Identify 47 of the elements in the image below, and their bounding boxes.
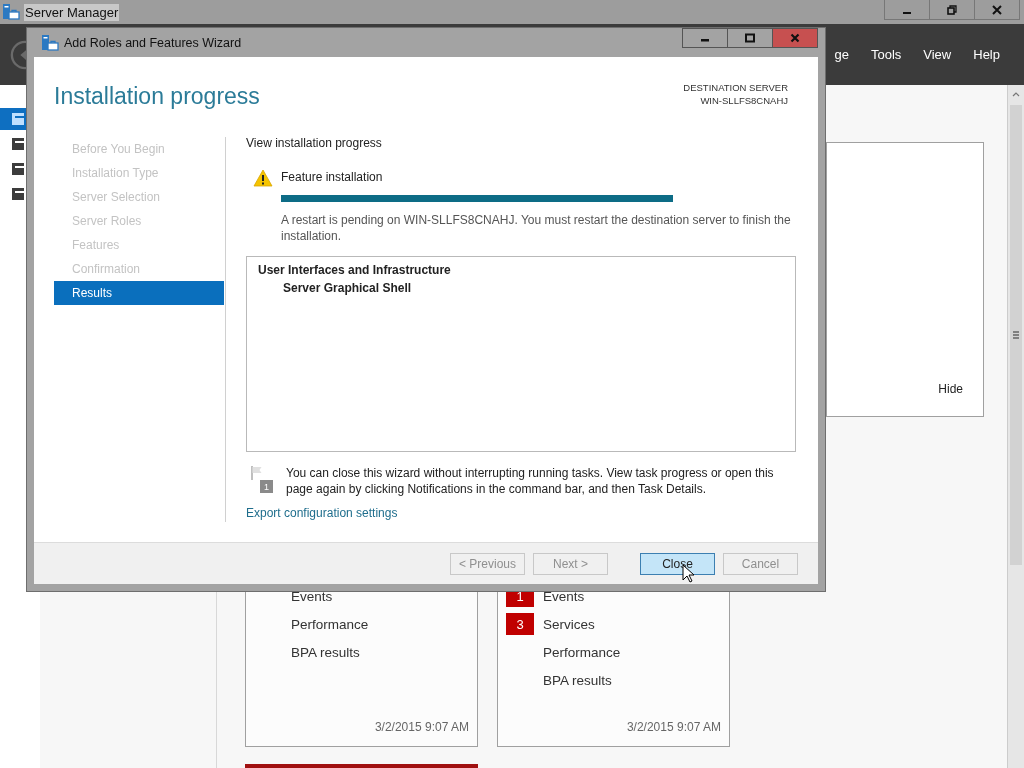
close-icon [789,32,801,44]
grip-icon [1012,330,1020,340]
menu-item[interactable]: Help [973,47,1000,62]
dialog-title: Add Roles and Features Wizard [64,35,242,50]
tile-item[interactable]: Performance [543,644,621,660]
menu-item[interactable]: Tools [870,47,902,62]
close-icon [991,3,1003,16]
tile-item[interactable]: Services [543,616,595,632]
minimize-icon [903,11,911,14]
warning-icon [253,169,273,187]
destination-label: DESTINATION SERVER [683,81,788,94]
tile-item[interactable]: Performance [291,616,369,632]
maximize-icon [744,32,756,44]
result-item: Server Graphical Shell [283,280,412,297]
server-manager-icon [2,3,20,21]
dialog-button[interactable]: Close [640,552,715,575]
menu-item[interactable]: ge [834,47,849,62]
tile-item[interactable]: BPA results [543,672,612,688]
wizard-step[interactable]: Results [54,281,224,305]
count-badge: 3 [506,613,534,635]
close-button[interactable] [772,28,818,48]
scrollbar[interactable] [1007,85,1024,768]
close-button[interactable] [974,0,1020,20]
restore-icon [946,3,958,16]
export-link[interactable]: Export configuration settings [246,506,398,520]
note-text: You can close this wizard without interrupting running tasks. View task progress or open this page again by clicking Notifications in the command bar, and then Task Details. [286,465,775,497]
tile-item[interactable]: Events [543,588,585,604]
timestamp: 3/2/2015 9:07 AM [374,720,469,734]
server-icon [10,186,26,202]
server-icon [10,111,26,127]
menu-item[interactable]: View [923,47,952,62]
restart-message: A restart is pending on WIN-SLLFS8CNAHJ. You must restart the destination server to finish the installation. [281,212,791,244]
page-heading: Installation progress [54,83,260,110]
minimize-icon [701,39,709,42]
destination-server: WIN-SLLFS8CNAHJ [700,94,788,107]
server-icon [10,161,26,177]
section-label: View installation progress [246,135,382,151]
timestamp: 3/2/2015 9:07 AM [626,720,721,734]
window-title: Server Manager [24,3,120,21]
tile-item[interactable]: BPA results [291,644,360,660]
wizard-icon [41,33,59,52]
server-icon [10,136,26,152]
hide-link[interactable]: Hide [938,382,963,396]
task-label: Feature installation [281,169,383,185]
result-item: User Interfaces and Infrastructure [258,262,451,279]
maximize-button[interactable] [727,28,773,48]
tile-item[interactable]: Events [291,588,333,604]
